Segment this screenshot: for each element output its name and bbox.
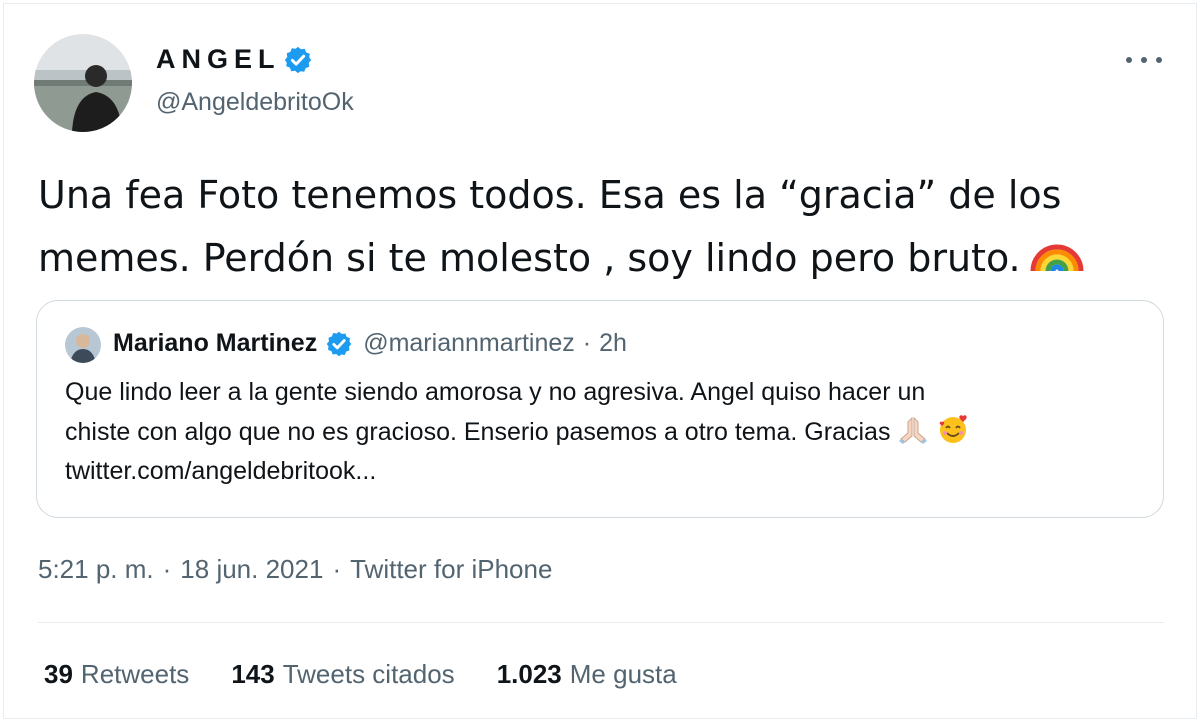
quoted-author-name: Mariano Martinez xyxy=(113,329,318,357)
more-dot xyxy=(1141,57,1147,63)
tweet-text-line-1: Una fea Foto tenemos todos. Esa es la “g… xyxy=(38,173,1062,217)
tweet-text-line-2: memes. Perdón si te molesto , soy lindo … xyxy=(38,223,1168,286)
quoted-author-avatar xyxy=(65,327,101,363)
tweet-date[interactable]: 18 jun. 2021 xyxy=(180,554,323,585)
quoted-tweet-text: Que lindo leer a la gente siendo amorosa… xyxy=(65,373,1145,491)
meta-separator: · xyxy=(332,554,342,584)
tweet-source[interactable]: Twitter for iPhone xyxy=(350,554,552,585)
avatar-photo xyxy=(34,34,132,132)
quoted-text-line-2: chiste con algo que no es gracioso. Ense… xyxy=(65,412,1145,452)
tweet-text: Una fea Foto tenemos todos. Esa es la “g… xyxy=(38,168,1168,286)
verified-badge-icon xyxy=(283,45,313,75)
quoted-timestamp: 2h xyxy=(599,329,627,357)
retweets-count: 39 xyxy=(44,659,73,689)
likes-stat[interactable]: 1.023 Me gusta xyxy=(497,659,677,690)
quoted-tweet-header: Mariano Martinez @mariannmartinez · 2h xyxy=(113,329,627,358)
rainbow-emoji-icon xyxy=(1029,223,1085,279)
quoted-text-line-1: Que lindo leer a la gente siendo amorosa… xyxy=(65,378,926,406)
meta-separator: · xyxy=(162,554,172,584)
likes-label: Me gusta xyxy=(569,659,677,689)
author-name[interactable]: ANGEL xyxy=(156,44,313,75)
tweet-text-line-2-text: memes. Perdón si te molesto , soy lindo … xyxy=(38,236,1021,280)
folded-hands-emoji-icon xyxy=(896,412,930,446)
author-handle[interactable]: @AngeldebritoOk xyxy=(156,88,354,117)
author-avatar[interactable] xyxy=(34,34,132,132)
retweets-stat[interactable]: 39 Retweets xyxy=(44,659,189,690)
likes-count: 1.023 xyxy=(496,659,562,689)
more-dot xyxy=(1126,57,1132,63)
quoted-text-line-2-text: chiste con algo que no es gracioso. Ense… xyxy=(65,418,891,446)
quote-tweets-label: Tweets citados xyxy=(282,659,455,689)
tweet-stats: 39 Retweets 143 Tweets citados 1.023 Me gus… xyxy=(44,659,719,690)
more-dot xyxy=(1156,57,1162,63)
quote-tweets-stat[interactable]: 143 Tweets citados xyxy=(231,659,454,690)
divider xyxy=(38,622,1164,623)
quoted-separator: · xyxy=(582,329,592,357)
tweet-card: ANGEL @AngeldebritoOk Una fea Foto tenem… xyxy=(3,3,1197,719)
smiling-face-with-hearts-emoji-icon xyxy=(936,412,970,446)
quoted-author-handle: @mariannmartinez xyxy=(363,329,575,357)
tweet-time[interactable]: 5:21 p. m. xyxy=(38,554,154,585)
quoted-tweet[interactable]: Mariano Martinez @mariannmartinez · 2h Q… xyxy=(36,300,1164,518)
quoted-tweet-link[interactable]: twitter.com/angeldebritook... xyxy=(65,452,1145,491)
author-name-text: ANGEL xyxy=(156,44,281,74)
retweets-label: Retweets xyxy=(80,659,190,689)
quote-tweets-count: 143 xyxy=(231,659,275,689)
more-horizontal-icon[interactable] xyxy=(1126,50,1162,70)
verified-badge-icon xyxy=(325,330,353,358)
tweet-meta: 5:21 p. m. · 18 jun. 2021 · Twitter for … xyxy=(38,554,552,585)
